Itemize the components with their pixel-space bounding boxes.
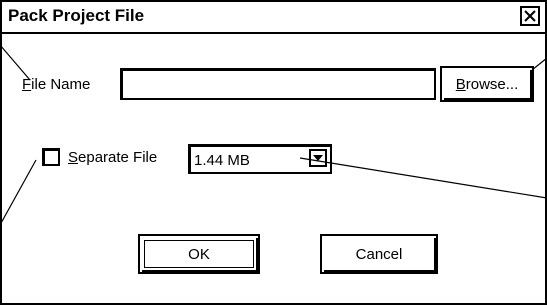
separate-file-checkbox[interactable] [42,148,60,166]
browse-button[interactable]: Browse... [440,66,534,102]
disk-size-select[interactable]: 1.44 MB [188,144,332,174]
pack-project-file-dialog: Pack Project File File Name Browse... Se… [0,0,547,305]
file-name-input[interactable] [120,68,436,100]
close-button[interactable] [520,6,540,26]
ok-button[interactable]: OK [138,234,260,274]
disk-size-dropdown-button[interactable] [309,149,327,167]
separate-file-label: Separate File [68,149,158,166]
ok-button-focus-rect [144,240,254,268]
cancel-button-label: Cancel [355,245,403,263]
title-bar: Pack Project File [2,2,545,34]
chevron-down-icon [313,155,323,161]
close-icon [524,10,536,22]
file-name-label: File Name [22,76,91,93]
cancel-button[interactable]: Cancel [320,234,438,274]
dialog-title: Pack Project File [8,6,145,25]
disk-size-value: 1.44 MB [194,152,250,169]
browse-button-label: Browse... [455,75,519,93]
